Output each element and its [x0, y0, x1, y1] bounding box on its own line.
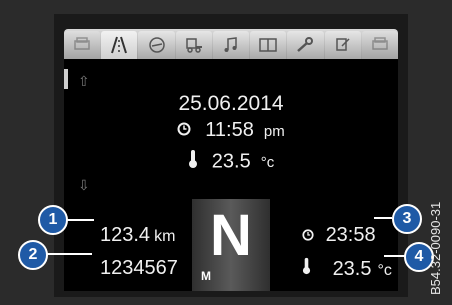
trailer-icon: [186, 38, 202, 53]
arrow-up-icon[interactable]: ⇧: [78, 73, 90, 90]
callout-leader: [64, 219, 94, 221]
time-row: 11:58 pm: [64, 119, 398, 142]
tab-navigation[interactable]: [250, 31, 287, 59]
tab-service[interactable]: [287, 31, 324, 59]
callout-leader: [374, 217, 392, 219]
outside-temperature: 23.5 °c: [302, 257, 392, 281]
book-icon: [259, 38, 277, 52]
odometer: 123.4 km: [100, 224, 175, 247]
callout-leader: [384, 255, 406, 257]
figure-code: B54.32-0090-31: [428, 201, 443, 295]
odometer-unit: km: [154, 228, 176, 245]
clock-icon: [302, 224, 320, 246]
tab-assistance[interactable]: [138, 31, 175, 59]
thermometer-icon: [188, 149, 198, 175]
trip-display-panel: ⇧ 25.06.2014 11:58 pm 23.5 °c ⇩: [64, 59, 398, 199]
gear-mode: M: [201, 269, 211, 283]
trip-counter: 1234567: [100, 257, 178, 279]
settings-icon: [335, 38, 350, 51]
clock-icon: [177, 119, 191, 142]
temperature-unit: °c: [260, 154, 275, 172]
tab-trailer[interactable]: [175, 31, 212, 59]
gear-indicator: N M: [192, 199, 270, 291]
tab-settings[interactable]: [324, 31, 361, 59]
tab-vehicle[interactable]: [64, 31, 101, 59]
arrow-down-icon[interactable]: ⇩: [78, 177, 90, 194]
road-icon: [111, 36, 128, 54]
instrument-cluster-screen: ⇧ 25.06.2014 11:58 pm 23.5 °c ⇩ 123.4 km 12…: [54, 14, 408, 297]
callout-3: 3: [392, 204, 422, 234]
scroll-indicator: [64, 69, 68, 89]
callout-2: 2: [18, 240, 48, 270]
car-icon: [74, 37, 90, 50]
tab-trip[interactable]: [101, 31, 138, 59]
gear-position: N: [210, 203, 252, 268]
wrench-icon: [297, 37, 314, 52]
temperature-value: 23.5: [211, 150, 251, 173]
music-icon: [224, 37, 237, 52]
car-icon: [372, 37, 388, 50]
status-bar: 123.4 km 1234567 N M 23:58 23.5 °c: [64, 199, 398, 291]
temperature-row: 23.5 °c: [64, 149, 398, 175]
speedometer-icon: [148, 37, 165, 53]
callout-leader: [46, 253, 92, 255]
outside-temperature-value: 23.5: [332, 258, 372, 280]
odometer-value: 123.4: [100, 224, 151, 246]
clock-value: 23:58: [325, 224, 376, 246]
menu-tab-bar: [64, 29, 398, 59]
time-value: 11:58: [205, 119, 254, 141]
callout-1: 1: [38, 205, 68, 235]
thermometer-icon: [302, 257, 317, 280]
tab-vehicle-extra[interactable]: [361, 31, 398, 59]
time-suffix: pm: [263, 123, 285, 140]
outside-temperature-unit: °c: [377, 262, 392, 279]
clock-readout: 23:58: [302, 224, 376, 247]
date-readout: 25.06.2014: [178, 92, 284, 115]
tab-audio[interactable]: [212, 31, 250, 59]
